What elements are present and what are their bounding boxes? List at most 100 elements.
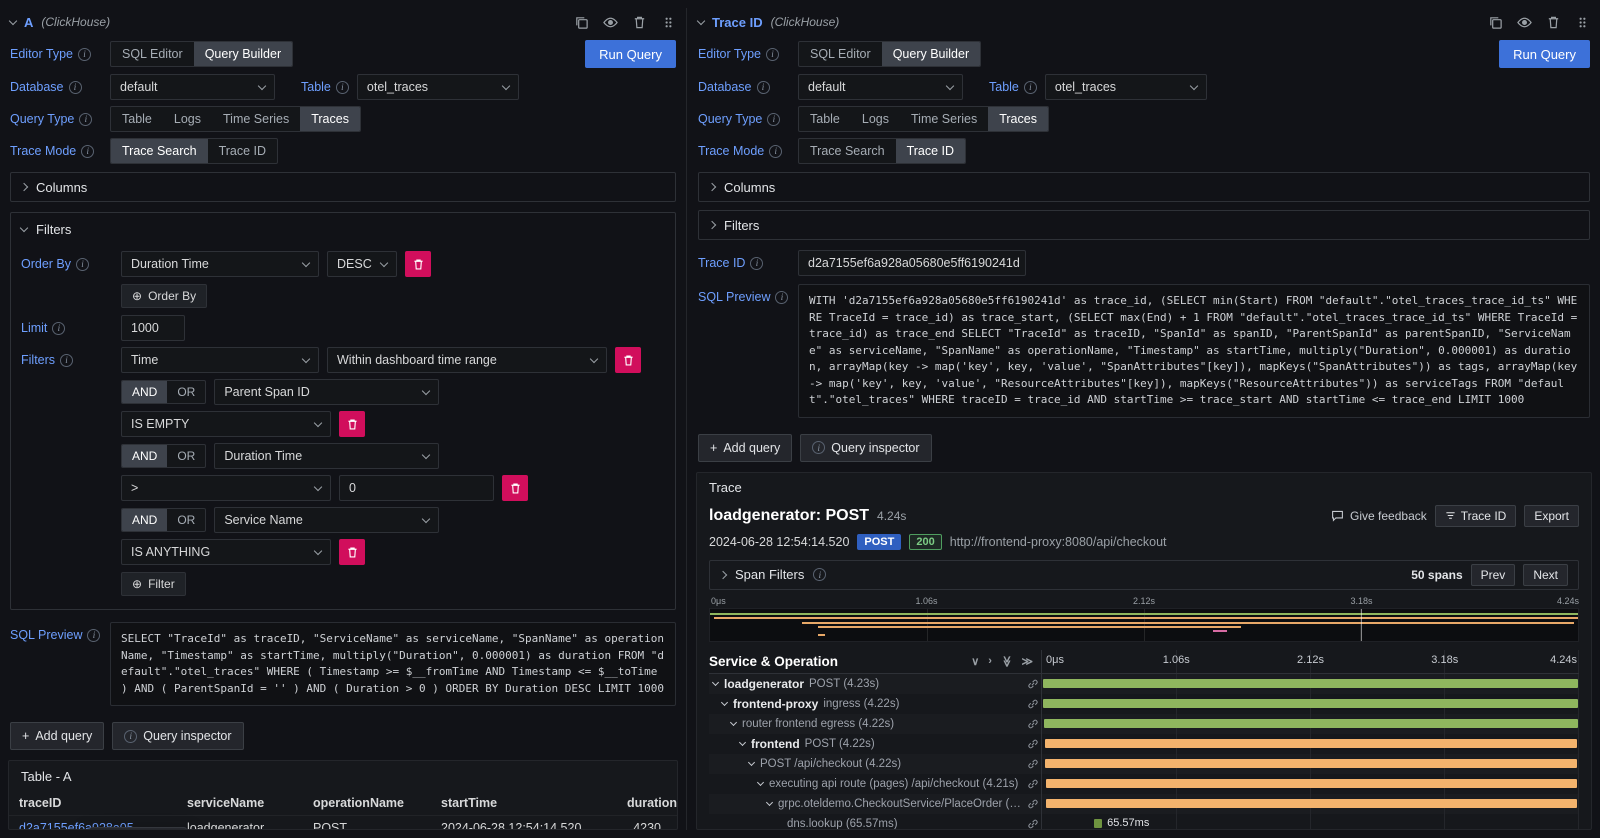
- collapse-query-icon[interactable]: [9, 17, 17, 25]
- span-link-icon[interactable]: [1027, 698, 1039, 710]
- query-type-logs[interactable]: Logs: [163, 107, 212, 131]
- span-bar[interactable]: [1094, 819, 1103, 828]
- give-feedback-button[interactable]: Give feedback: [1331, 509, 1427, 523]
- next-button[interactable]: Next: [1523, 564, 1568, 586]
- hide-query-button[interactable]: [603, 15, 618, 30]
- duplicate-query-button[interactable]: [1488, 15, 1503, 30]
- remove-filter-button[interactable]: [502, 475, 528, 501]
- query-type-table[interactable]: Table: [111, 107, 163, 131]
- span-bar[interactable]: [1044, 719, 1578, 728]
- collapse-one-icon[interactable]: ≫: [1021, 655, 1033, 668]
- span-link-icon[interactable]: [1027, 738, 1039, 750]
- order-by-direction-select[interactable]: DESC: [327, 251, 397, 277]
- query-type-traces[interactable]: Traces: [988, 107, 1048, 131]
- span-row[interactable]: loadgenerator POST (4.23s): [709, 674, 1579, 694]
- run-query-button[interactable]: Run Query: [585, 40, 676, 68]
- remove-filter-button[interactable]: [339, 539, 365, 565]
- filter-operator-select[interactable]: >: [121, 475, 331, 501]
- filter-operator-select[interactable]: Within dashboard time range: [327, 347, 607, 373]
- filter-operator-select[interactable]: IS ANYTHING: [121, 539, 331, 565]
- chevron-down-icon[interactable]: [739, 739, 746, 746]
- add-query-button[interactable]: +Add query: [10, 722, 104, 750]
- span-bar[interactable]: [1043, 699, 1578, 708]
- query-type-timeseries[interactable]: Time Series: [900, 107, 988, 131]
- run-query-button[interactable]: Run Query: [1499, 40, 1590, 68]
- minimap-cursor[interactable]: [1361, 609, 1362, 641]
- span-row[interactable]: dns.lookup (65.57ms) 65.57ms: [709, 814, 1579, 830]
- column-header-operationname[interactable]: operationName: [303, 791, 431, 816]
- trace-mode-id[interactable]: Trace ID: [208, 139, 277, 163]
- prev-button[interactable]: Prev: [1471, 564, 1516, 586]
- span-bar[interactable]: [1043, 679, 1579, 688]
- columns-collapse[interactable]: Columns: [698, 172, 1590, 202]
- remove-order-by-button[interactable]: [405, 251, 431, 277]
- query-type-traces[interactable]: Traces: [300, 107, 360, 131]
- trace-mode-search[interactable]: Trace Search: [799, 139, 896, 163]
- span-row[interactable]: frontend POST (4.22s): [709, 734, 1579, 754]
- span-link-icon[interactable]: [1027, 718, 1039, 730]
- chevron-down-icon[interactable]: [712, 679, 719, 686]
- limit-input[interactable]: 1000: [121, 315, 185, 341]
- editor-type-sql[interactable]: SQL Editor: [111, 42, 194, 66]
- expand-one-icon[interactable]: ›: [988, 655, 992, 667]
- column-header-duration[interactable]: duration: [617, 791, 677, 816]
- delete-query-button[interactable]: [632, 15, 647, 30]
- span-row[interactable]: grpc.oteldemo.CheckoutService/PlaceOrder…: [709, 794, 1579, 814]
- filter-operator-select[interactable]: IS EMPTY: [121, 411, 331, 437]
- span-link-icon[interactable]: [1027, 778, 1039, 790]
- remove-filter-button[interactable]: [615, 347, 641, 373]
- span-link-icon[interactable]: [1027, 758, 1039, 770]
- table-select[interactable]: otel_traces: [1045, 74, 1207, 100]
- span-row[interactable]: POST /api/checkout (4.22s): [709, 754, 1579, 774]
- add-filter-button[interactable]: ⊕Filter: [121, 572, 186, 596]
- filter-field-select[interactable]: Parent Span ID: [214, 379, 439, 405]
- span-link-icon[interactable]: [1027, 798, 1039, 810]
- span-row[interactable]: frontend-proxy ingress (4.22s): [709, 694, 1579, 714]
- hide-query-button[interactable]: [1517, 15, 1532, 30]
- column-header-traceid[interactable]: traceID: [9, 791, 177, 816]
- database-select[interactable]: default: [110, 74, 275, 100]
- drag-query-button[interactable]: [661, 15, 676, 30]
- expand-all-icon[interactable]: ≫: [1000, 655, 1013, 667]
- or-option[interactable]: OR: [167, 445, 205, 467]
- query-type-timeseries[interactable]: Time Series: [212, 107, 300, 131]
- filter-field-select[interactable]: Service Name: [214, 507, 439, 533]
- span-filters-collapse[interactable]: Span Filters 50 spans Prev Next: [709, 560, 1579, 590]
- editor-type-builder[interactable]: Query Builder: [882, 42, 980, 66]
- columns-collapse[interactable]: Columns: [10, 172, 676, 202]
- filter-field-select[interactable]: Duration Time: [214, 443, 439, 469]
- span-bar[interactable]: [1046, 799, 1577, 808]
- chevron-down-icon[interactable]: [748, 759, 755, 766]
- filters-collapse[interactable]: Filters: [21, 213, 665, 245]
- minimap-band[interactable]: [709, 608, 1579, 642]
- span-bar[interactable]: [1045, 759, 1577, 768]
- drag-query-button[interactable]: [1575, 15, 1590, 30]
- delete-query-button[interactable]: [1546, 15, 1561, 30]
- chevron-down-icon[interactable]: [757, 779, 764, 786]
- and-option[interactable]: AND: [122, 445, 167, 467]
- column-header-starttime[interactable]: startTime: [431, 791, 617, 816]
- remove-filter-button[interactable]: [339, 411, 365, 437]
- span-row[interactable]: router frontend egress (4.22s): [709, 714, 1579, 734]
- span-link-icon[interactable]: [1027, 818, 1039, 830]
- database-select[interactable]: default: [798, 74, 963, 100]
- add-order-by-button[interactable]: ⊕Order By: [121, 284, 207, 308]
- span-link-icon[interactable]: [1027, 678, 1039, 690]
- and-option[interactable]: AND: [122, 381, 167, 403]
- order-by-field-select[interactable]: Duration Time: [121, 251, 319, 277]
- chevron-down-icon[interactable]: [766, 799, 773, 806]
- column-header-servicename[interactable]: serviceName: [177, 791, 303, 816]
- span-bar[interactable]: [1046, 779, 1577, 788]
- and-option[interactable]: AND: [122, 509, 167, 531]
- trace-mode-id[interactable]: Trace ID: [896, 139, 965, 163]
- editor-type-sql[interactable]: SQL Editor: [799, 42, 882, 66]
- or-option[interactable]: OR: [167, 509, 205, 531]
- table-select[interactable]: otel_traces: [357, 74, 519, 100]
- chevron-down-icon[interactable]: [730, 719, 737, 726]
- query-inspector-button[interactable]: Query inspector: [800, 434, 931, 462]
- query-type-table[interactable]: Table: [799, 107, 851, 131]
- add-query-button[interactable]: +Add query: [698, 434, 792, 462]
- chevron-down-icon[interactable]: [721, 699, 728, 706]
- duplicate-query-button[interactable]: [574, 15, 589, 30]
- collapse-query-icon[interactable]: [697, 17, 705, 25]
